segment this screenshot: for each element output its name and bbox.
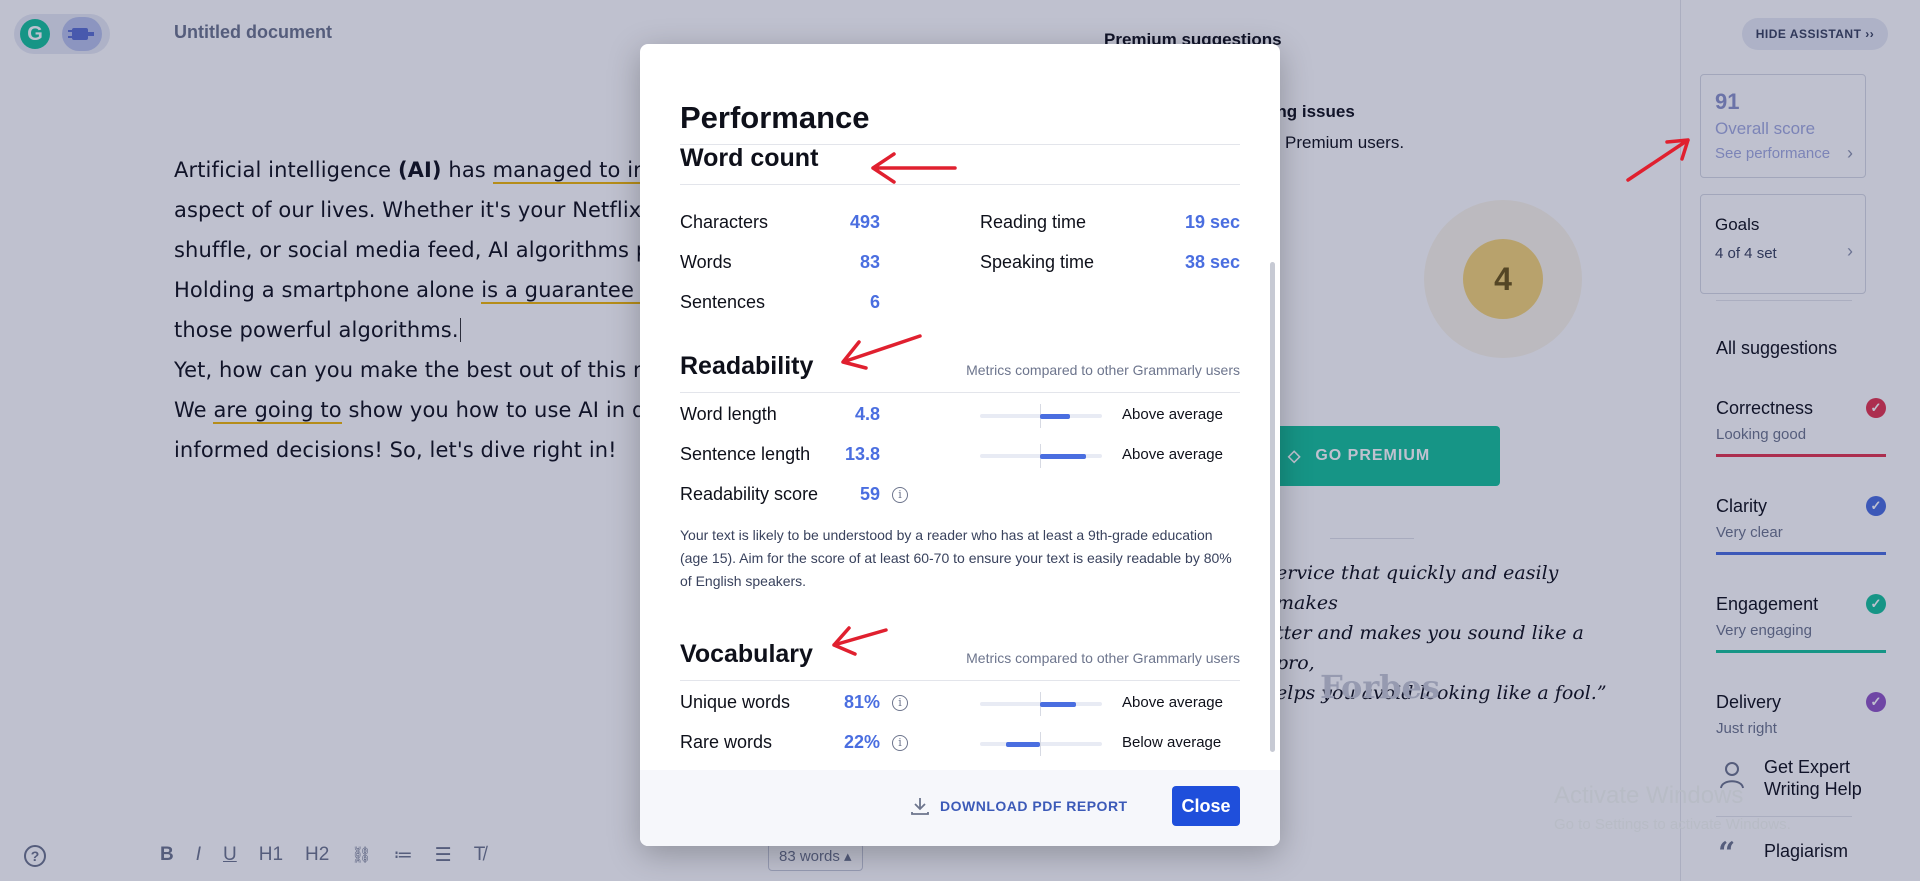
- arrow-word-count: [871, 152, 957, 184]
- arrow-readability: [841, 334, 922, 370]
- grammarly-app: G Untitled document Artificial intellige…: [0, 0, 1920, 881]
- annotation-arrows: [832, 138, 1690, 656]
- arrow-vocabulary: [832, 626, 888, 656]
- arrow-overall-score: [1626, 138, 1690, 182]
